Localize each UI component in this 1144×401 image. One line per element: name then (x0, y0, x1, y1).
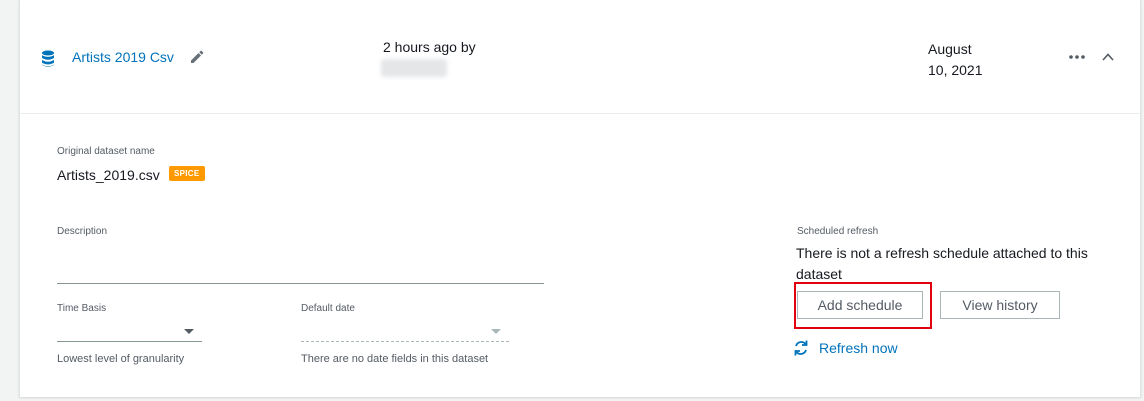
date-line-1: August (928, 41, 972, 57)
refresh-now-link[interactable]: Refresh now (793, 339, 898, 357)
dataset-name-link[interactable]: Artists 2019 Csv (72, 49, 174, 65)
schedule-status-text: There is not a refresh schedule attached… (796, 245, 1088, 282)
default-date-hint: There are no date fields in this dataset (301, 353, 489, 365)
default-date-label: Default date (301, 303, 355, 314)
add-schedule-button[interactable]: Add schedule (797, 291, 923, 319)
caret-down-icon (491, 329, 501, 334)
time-basis-hint: Lowest level of granularity (57, 353, 185, 365)
description-label: Description (57, 226, 108, 237)
dataset-header: Artists 2019 Csv 2 hours ago by August 1… (20, 0, 1140, 114)
database-icon (42, 50, 54, 67)
date-line-2: 10, 2021 (928, 62, 983, 78)
dataset-card: Artists 2019 Csv 2 hours ago by August 1… (19, 0, 1141, 397)
description-input[interactable] (57, 283, 544, 284)
view-history-button[interactable]: View history (940, 291, 1060, 319)
scheduled-refresh-label: Scheduled refresh (797, 226, 879, 237)
created-date: August 10, 2021 (928, 39, 1008, 81)
redacted-username (381, 59, 447, 77)
original-dataset-name: Artists_2019.csv (57, 167, 160, 183)
last-updated-text: 2 hours ago by (383, 39, 476, 55)
time-basis-select[interactable] (57, 320, 202, 342)
spice-badge: SPICE (169, 166, 205, 181)
caret-down-icon (184, 329, 194, 334)
time-basis-label: Time Basis (57, 303, 107, 314)
pencil-icon[interactable] (190, 50, 204, 64)
refresh-now-label: Refresh now (819, 340, 898, 356)
more-options-icon[interactable] (1068, 50, 1086, 64)
original-name-label: Original dataset name (57, 146, 155, 157)
refresh-icon (794, 340, 808, 356)
chevron-up-icon[interactable] (1101, 50, 1115, 64)
default-date-select (301, 320, 509, 342)
